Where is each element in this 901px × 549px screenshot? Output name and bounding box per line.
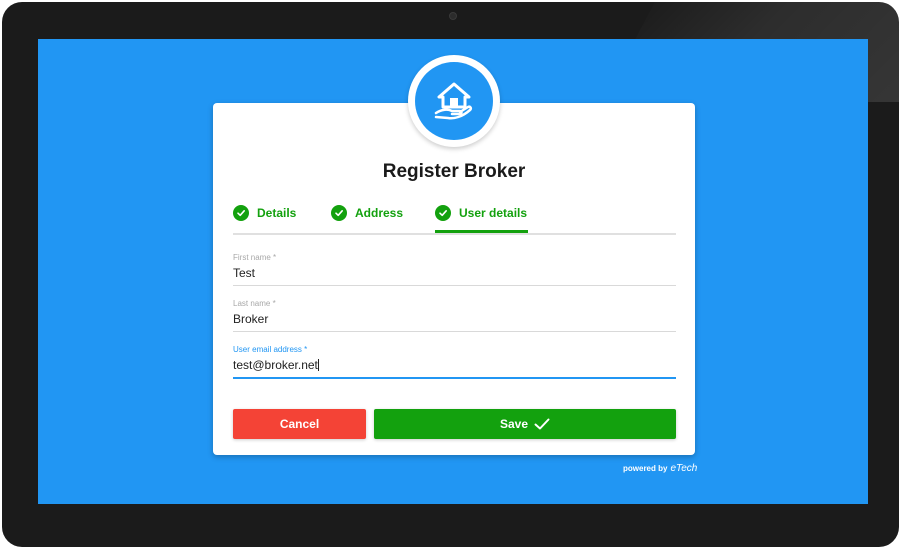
register-card: Register Broker Details Address User det… [213,103,695,455]
first-name-label: First name * [233,253,277,262]
step-label: User details [459,206,528,220]
step-label: Details [257,206,297,220]
save-label: Save [499,417,529,431]
page-title: Register Broker [382,161,526,182]
check-circle-icon [435,205,451,221]
check-circle-icon [233,205,249,221]
powered-by: powered by eTech [623,463,697,474]
check-circle-icon [331,205,347,221]
app-logo [408,55,500,147]
checkmark-icon [534,418,550,430]
step-address[interactable]: Address [331,205,403,221]
email-label: User email address * [233,345,308,354]
powered-by-text: powered by [623,464,668,473]
cancel-button[interactable]: Cancel [233,409,366,439]
app-screen: Register Broker Details Address User det… [38,39,868,504]
cancel-label: Cancel [279,417,320,431]
first-name-input[interactable]: Test [233,266,255,280]
tablet-frame: Register Broker Details Address User det… [2,2,899,547]
camera-icon [449,12,457,20]
brand-name: eTech [670,463,698,474]
active-step-indicator [435,230,528,233]
house-in-hand-icon [415,62,493,140]
step-details[interactable]: Details [233,205,296,221]
stepper: Details Address User details [233,203,676,235]
step-label: Address [355,206,404,220]
text-caret [317,359,319,371]
step-user-details[interactable]: User details [435,205,527,221]
save-button[interactable]: Save [374,409,676,439]
last-name-input[interactable]: Broker [233,312,268,326]
last-name-field[interactable]: Last name * Broker [233,299,676,332]
email-input-wrap[interactable]: test@broker.net [233,358,319,372]
first-name-field[interactable]: First name * Test [233,253,676,286]
email-input[interactable]: test@broker.net [233,358,318,372]
last-name-label: Last name * [233,299,276,308]
email-field[interactable]: User email address * test@broker.net [233,345,676,379]
